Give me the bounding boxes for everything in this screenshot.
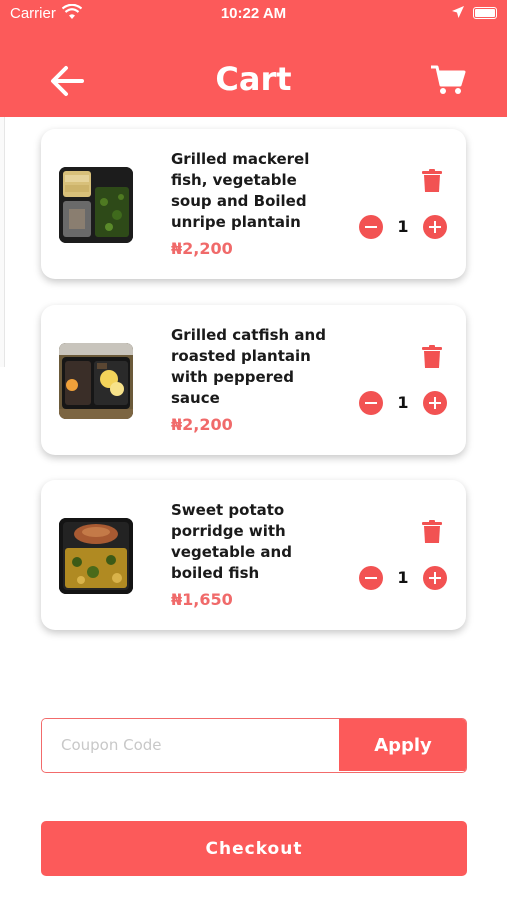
item-price: ₦2,200	[171, 415, 233, 434]
battery-icon	[473, 7, 497, 19]
increase-quantity-button[interactable]	[423, 391, 447, 415]
coupon-code-input[interactable]	[42, 719, 339, 771]
cart-item-card: Sweet potato porridge with vegetable and…	[41, 480, 466, 630]
item-price: ₦1,650	[171, 590, 233, 609]
food-thumbnail	[59, 518, 133, 594]
cart-item-card: Grilled catfish and roasted plantain wit…	[41, 305, 466, 455]
food-thumbnail	[59, 167, 133, 243]
location-arrow-icon	[452, 6, 464, 18]
apply-coupon-button[interactable]: Apply	[339, 719, 466, 771]
item-price: ₦2,200	[171, 239, 233, 258]
trash-icon[interactable]	[422, 345, 442, 369]
header-bar: Carrier 10:22 AM Cart	[0, 0, 507, 117]
status-bar: Carrier 10:22 AM	[0, 0, 507, 28]
cart-item-card: Grilled mackerel fish, vegetable soup an…	[41, 129, 466, 279]
increase-quantity-button[interactable]	[423, 566, 447, 590]
item-quantity: 1	[397, 568, 409, 587]
side-drawer-edge	[0, 117, 5, 367]
status-time: 10:22 AM	[220, 5, 287, 22]
decrease-quantity-button[interactable]	[359, 215, 383, 239]
decrease-quantity-button[interactable]	[359, 391, 383, 415]
food-thumbnail	[59, 343, 133, 419]
item-quantity: 1	[397, 217, 409, 236]
trash-icon[interactable]	[422, 169, 442, 193]
item-name: Grilled mackerel fish, vegetable soup an…	[171, 150, 310, 231]
coupon-form: Apply	[41, 718, 467, 773]
trash-icon[interactable]	[422, 520, 442, 544]
item-name: Sweet potato porridge with vegetable and…	[171, 501, 292, 582]
shopping-cart-icon[interactable]	[430, 64, 466, 96]
item-name: Grilled catfish and roasted plantain wit…	[171, 326, 326, 407]
checkout-button[interactable]: Checkout	[41, 821, 467, 876]
decrease-quantity-button[interactable]	[359, 566, 383, 590]
increase-quantity-button[interactable]	[423, 215, 447, 239]
item-quantity: 1	[397, 393, 409, 412]
